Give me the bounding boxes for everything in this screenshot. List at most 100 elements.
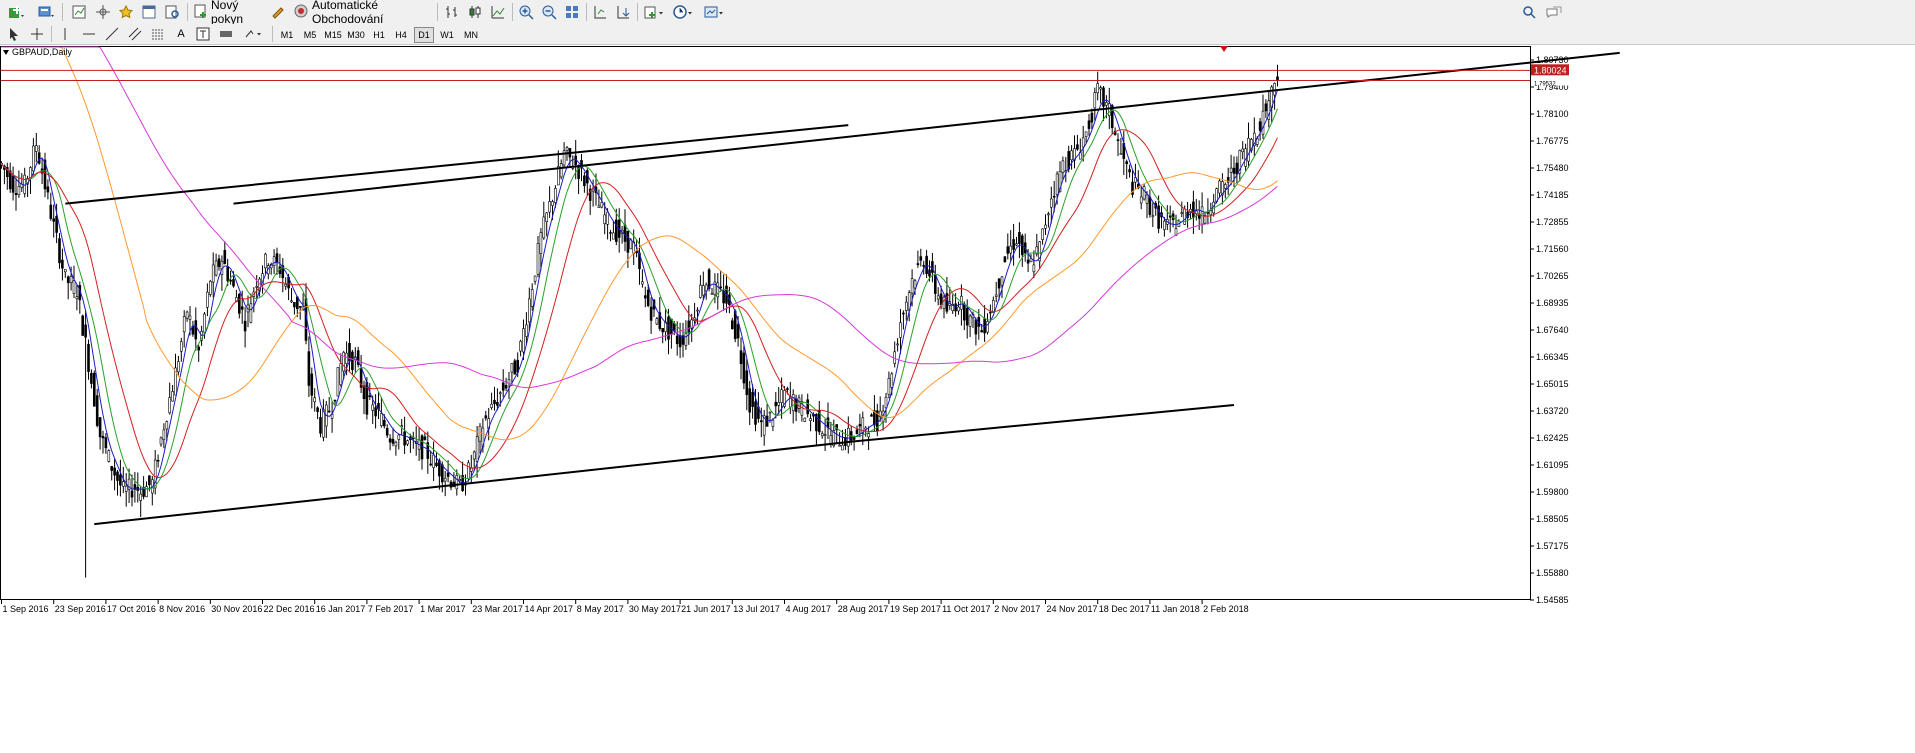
candle-body	[1264, 103, 1268, 112]
timeframe-m5[interactable]: M5	[300, 27, 320, 43]
price-chart[interactable]: 1.807301.794001.781001.767751.754801.741…	[0, 45, 1915, 753]
timeframe-m30[interactable]: M30	[345, 27, 367, 43]
candle-body	[432, 454, 435, 468]
more-tools-icon[interactable]	[240, 25, 268, 43]
fibonacci-icon[interactable]	[148, 25, 168, 43]
candle-body	[272, 256, 276, 266]
date-tick-label: 1 Mar 2017	[420, 604, 466, 614]
candle-body	[774, 401, 778, 407]
candle-body	[884, 396, 888, 409]
candle-body	[623, 224, 627, 242]
price-tick-label: 1.57175	[1536, 541, 1569, 551]
candle-body	[90, 372, 93, 384]
autoscroll-icon[interactable]	[612, 2, 634, 22]
cursor-icon[interactable]	[4, 25, 24, 43]
candle-body	[1247, 137, 1250, 162]
templates-icon[interactable]	[700, 2, 728, 22]
text-tool-icon[interactable]: A	[171, 25, 191, 43]
candle-body	[226, 266, 229, 282]
metaeditor-icon[interactable]	[267, 2, 289, 22]
candle-body	[1163, 220, 1166, 230]
date-tick-label: 13 Jul 2017	[733, 604, 780, 614]
candle-body	[565, 147, 569, 151]
candle-body	[867, 433, 870, 438]
indicators-icon[interactable]	[640, 2, 668, 22]
candle-body	[1090, 112, 1094, 123]
timeframe-w1[interactable]: W1	[437, 27, 457, 43]
candle-body	[1102, 87, 1105, 107]
chat-icon[interactable]	[1542, 2, 1566, 22]
market-watch-icon[interactable]	[68, 2, 90, 22]
candle-body	[232, 279, 235, 287]
candle-body	[1206, 212, 1210, 214]
candle-body	[156, 459, 160, 462]
candle-body	[107, 450, 111, 462]
zoom-out-icon[interactable]	[538, 2, 560, 22]
timeframe-m1[interactable]: M1	[277, 27, 297, 43]
candle-body	[84, 324, 87, 338]
candle-body	[838, 444, 841, 447]
candle-body	[641, 281, 644, 285]
equidistant-channel-icon[interactable]	[125, 25, 145, 43]
candle-body	[841, 444, 844, 451]
candle-body	[745, 370, 749, 396]
tile-windows-icon[interactable]	[561, 2, 583, 22]
new-order-button[interactable]: Nový pokyn	[190, 0, 264, 26]
timeframe-d1[interactable]: D1	[414, 27, 434, 43]
periods-icon[interactable]	[670, 2, 696, 22]
terminal-icon[interactable]	[138, 2, 160, 22]
line-chart-icon[interactable]	[487, 2, 509, 22]
chart-title: GBPAUD,Daily	[12, 47, 72, 57]
candle-body	[368, 395, 372, 398]
price-tick-label: 1.71560	[1536, 244, 1569, 254]
candle-body	[803, 417, 807, 422]
new-chart-icon[interactable]	[4, 2, 28, 22]
candle-body	[371, 404, 375, 411]
strategy-tester-icon[interactable]	[161, 2, 183, 22]
candle-body	[101, 436, 105, 439]
trendline-icon[interactable]	[102, 25, 122, 43]
candle-body	[243, 320, 247, 332]
arrow-label-icon[interactable]	[216, 25, 236, 43]
candle-body	[113, 467, 116, 476]
timeframe-h1[interactable]: H1	[369, 27, 389, 43]
candle-body	[145, 486, 148, 498]
search-icon[interactable]	[1519, 2, 1539, 22]
price-tick-label: 1.80730	[1536, 55, 1569, 65]
candle-body	[1232, 167, 1236, 174]
zoom-in-icon[interactable]	[515, 2, 537, 22]
vertical-line-icon[interactable]	[55, 25, 75, 43]
chart-shift-icon[interactable]	[589, 2, 611, 22]
candle-body	[1145, 194, 1149, 204]
auto-trading-icon	[293, 3, 309, 22]
candle-body	[957, 306, 960, 312]
navigator-icon[interactable]	[92, 2, 114, 22]
text-label-icon[interactable]	[193, 25, 213, 43]
candle-body	[1015, 243, 1018, 246]
price-tick-label: 1.61095	[1536, 460, 1569, 470]
candle-body	[124, 485, 128, 492]
candle-body	[493, 399, 496, 405]
favorites-icon[interactable]	[115, 2, 137, 22]
date-tick-label: 2 Feb 2018	[1203, 604, 1249, 614]
timeframe-mn[interactable]: MN	[460, 27, 482, 43]
candle-body	[655, 318, 659, 325]
candle-body	[667, 316, 670, 340]
candle-body	[385, 427, 389, 436]
candle-body	[855, 429, 859, 435]
candle-body	[522, 328, 525, 353]
candlestick-icon[interactable]	[464, 2, 486, 22]
crosshair-icon[interactable]	[27, 25, 47, 43]
price-tick-label: 1.62425	[1536, 433, 1569, 443]
timeframe-h4[interactable]: H4	[391, 27, 411, 43]
horizontal-line-icon[interactable]	[79, 25, 99, 43]
date-tick-label: 8 Nov 2016	[159, 604, 205, 614]
new-order-label: Nový pokyn	[211, 0, 244, 26]
auto-trading-button[interactable]: Automatické Obchodování	[290, 0, 433, 26]
timeframe-m15[interactable]: M15	[322, 27, 344, 43]
candle-body	[168, 397, 171, 414]
candle-body	[87, 343, 90, 372]
candle-body	[936, 295, 940, 300]
bar-chart-icon[interactable]	[441, 2, 463, 22]
profiles-icon[interactable]	[34, 2, 58, 22]
